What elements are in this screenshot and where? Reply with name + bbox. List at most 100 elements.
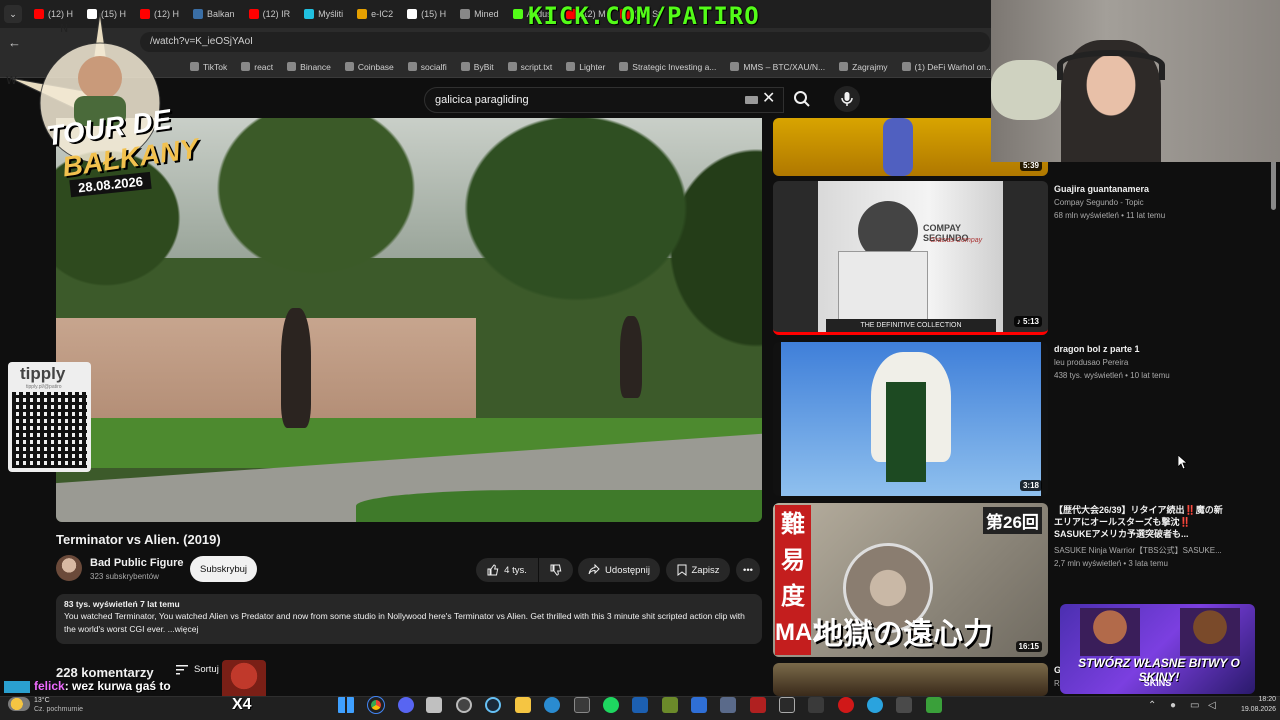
app-icon[interactable] [574,697,590,713]
app-icon[interactable] [926,697,942,713]
app-icon[interactable] [808,697,824,713]
telegram-icon[interactable] [867,697,883,713]
svg-text:W: W [6,74,17,87]
video-duration: 16:15 [1015,641,1042,652]
app-icon[interactable] [691,697,707,713]
like-button[interactable]: 4 tys. [476,558,538,582]
screen: { "browser": { "tabs": [ {"label": "(12)… [0,0,1280,720]
recommendation-title[interactable]: Guajira guantanamera [1054,183,1224,195]
app-icon[interactable] [632,697,648,713]
bookmark-label: (1) DeFi Warhol on... [914,61,994,72]
subscriber-count: 323 subskrybentów [90,572,159,581]
skins-ad-brand: SKINS [1143,678,1172,688]
tour-badge: N W TOUR DE BAŁKANY 28.08.2026 [0,8,215,208]
recommendation-meta: 438 tys. wyświetleń • 10 lat temu [1054,371,1170,380]
browser-tab[interactable]: (12) IR [243,3,297,25]
recommendation-title[interactable]: 【歴代大会26/39】リタイア続出‼️魔の新エリアにオールスターズも撃沈‼️SA… [1054,504,1224,540]
bookmark-label: react [254,61,274,72]
voice-search-button[interactable] [834,86,860,112]
recommendation-thumbnail[interactable]: 3:18 [773,342,1048,496]
recommendation-channel[interactable]: SASUKE Ninja Warrior【TBS公式】SASUKE... [1054,545,1224,556]
clock-time[interactable]: 18:20 [1234,696,1276,703]
obs-icon[interactable] [456,697,472,713]
bookmark-item[interactable]: socialfi [407,62,447,72]
bookmark-label: Zagrajmy [852,61,888,72]
keyboard-icon[interactable] [745,96,758,104]
subscribe-button[interactable]: Subskrybuj [190,556,257,582]
bookmark-item[interactable]: Zagrajmy [839,61,888,72]
recommendation-meta: 68 mln wyświetleń • 11 lat temu [1054,211,1166,220]
comments-count: 228 komentarzy [56,665,154,680]
more-actions-button[interactable]: ••• [736,558,760,582]
tab-favicon-icon [512,9,523,19]
like-count: 4 tys. [504,564,527,576]
save-button[interactable]: Zapisz [666,558,730,582]
bookmark-item[interactable]: Binance [287,62,331,72]
video-title: Terminator vs Alien. (2019) [56,532,221,547]
app-icon[interactable] [896,697,912,713]
clear-search-icon[interactable]: ✕ [762,90,775,108]
bookmark-item[interactable]: script.txt [507,61,553,72]
search-button[interactable] [788,87,816,111]
browser-tab[interactable]: Myśliti [298,3,349,25]
spotify-icon[interactable] [603,697,619,713]
search-input[interactable]: galicica paragliding [424,87,784,113]
save-label: Zapisz [691,564,720,576]
bookmark-item[interactable]: Lighter [566,62,605,72]
thumbnail-red-label: 難易度MAX [775,505,828,655]
bookmark-favicon-icon [287,62,297,71]
recommendation-thumbnail[interactable]: 難易度MAX 第26回 地獄の遠心力 16:15 [773,503,1048,657]
recommendation-thumbnail[interactable]: COMPAY SEGUNDO Gracias Compay THE DEFINI… [773,181,1048,335]
app-icon[interactable] [662,697,678,713]
channel-name[interactable]: Bad Public Figure [90,557,184,569]
share-button[interactable]: Udostępnij [578,558,660,582]
bookmark-item[interactable]: MMS – BTC/XAU/N... [730,62,825,72]
description-box[interactable]: 83 tys. wyświetleń 7 lat temu You watche… [56,594,762,644]
video-duration: 3:18 [1019,480,1042,491]
bookmark-favicon-icon [460,62,470,71]
bookmark-label: script.txt [520,61,553,72]
chrome-icon[interactable] [367,696,385,714]
app-icon[interactable] [779,697,795,713]
bookmark-item[interactable]: Coinbase [344,62,394,72]
app-icon[interactable] [838,697,854,713]
dislike-button[interactable] [539,558,573,582]
app-icon[interactable] [750,697,766,713]
scrollbar-thumb[interactable] [1271,160,1276,210]
bookmark-favicon-icon [901,62,911,71]
bookmark-item[interactable]: (1) DeFi Warhol on... [901,61,994,72]
network-icon[interactable]: ▭ [1190,700,1199,711]
recommendation-thumbnail[interactable] [773,663,1048,696]
tab-label: Mined [474,9,499,19]
recommendation-channel[interactable]: leu produsao Pereira [1054,358,1224,367]
recommendation-channel[interactable]: Compay Segundo - Topic [1054,198,1224,207]
bookmark-item[interactable]: react [241,62,273,72]
microphone-tray-icon[interactable]: ● [1170,700,1176,711]
bookmark-item[interactable]: Strategic Investing a... [619,62,716,72]
app-icon[interactable] [544,697,560,713]
thumbnail-caption: 地獄の遠心力 [813,618,993,651]
chevron-up-icon[interactable]: ⌃ [1148,700,1156,711]
discord-icon[interactable] [398,697,414,713]
weather-icon[interactable] [8,697,30,711]
app-icon[interactable] [426,697,442,713]
channel-avatar[interactable] [56,555,82,581]
clock-date[interactable]: 19.08.2026 [1226,706,1276,713]
app-icon[interactable] [720,697,736,713]
browser-tab[interactable]: (15) H [401,3,452,25]
file-explorer-icon[interactable] [515,697,531,713]
bookmark-label: MMS – BTC/XAU/N... [743,61,826,72]
share-label: Udostępnij [605,564,650,576]
recommendation-title[interactable]: dragon bol z parte 1 [1054,343,1224,355]
volume-icon[interactable]: ◁ [1208,700,1216,711]
browser-tab[interactable]: Mined [454,3,505,25]
thumbnail-figure [886,382,926,482]
address-bar[interactable]: /watch?v=K_ieOSjYAoI [140,32,990,52]
tab-label: e-IC2 [371,9,394,19]
steam-icon[interactable] [485,697,501,713]
bookmark-item[interactable]: ByBit [460,62,494,72]
tab-label: Myśliti [318,9,344,19]
browser-tab[interactable]: e-IC2 [351,3,399,25]
sort-comments-button[interactable]: Sortuj [176,664,219,675]
windows-start-icon[interactable] [338,697,354,713]
